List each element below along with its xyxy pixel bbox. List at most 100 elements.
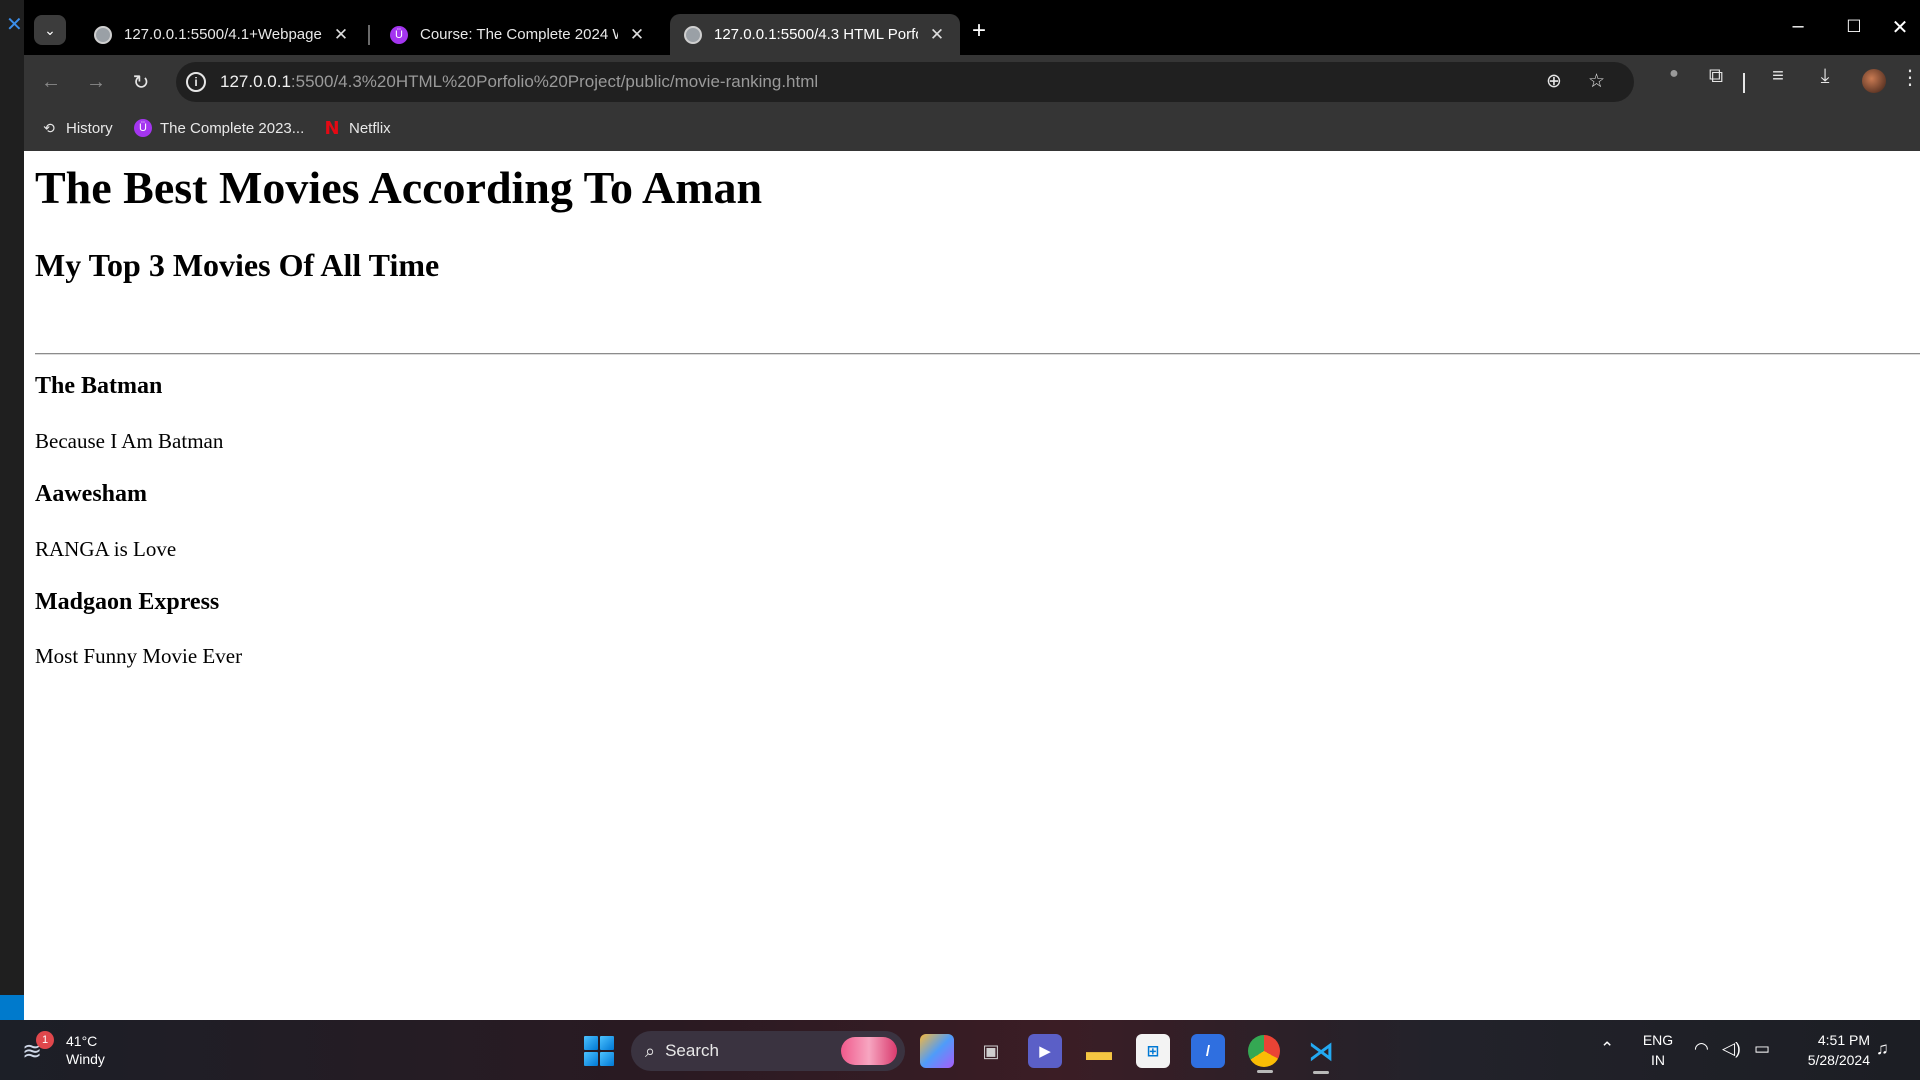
teams-icon[interactable]: ▶ bbox=[1028, 1034, 1062, 1068]
close-icon[interactable]: ✕ bbox=[628, 25, 646, 45]
close-window-button[interactable]: ✕ bbox=[1880, 15, 1920, 40]
tab-search-button[interactable]: ⌄ bbox=[34, 15, 66, 45]
tab-course[interactable]: Ü Course: The Complete 2024 We ✕ bbox=[376, 14, 660, 55]
avatar[interactable] bbox=[1862, 69, 1886, 93]
maximize-button[interactable]: ☐ bbox=[1834, 17, 1874, 37]
udemy-icon: Ü bbox=[134, 119, 152, 137]
page-content: The Best Movies According To Aman My Top… bbox=[24, 151, 1920, 1020]
vscode-icon: ✕ bbox=[6, 14, 23, 36]
clock-date: 5/28/2024 bbox=[1807, 1052, 1870, 1068]
netflix-icon: N bbox=[324, 117, 340, 139]
globe-icon bbox=[94, 25, 112, 44]
extensions-icon[interactable]: ⧉ bbox=[1700, 65, 1732, 88]
wifi-icon[interactable]: ◠ bbox=[1694, 1039, 1709, 1059]
weather-temp: 41°C bbox=[66, 1033, 98, 1049]
browser-toolbar: ← → ↻ i 127.0.0.1:5500/4.3%20HTML%20Porf… bbox=[24, 55, 1920, 107]
chevron-down-icon: ⌄ bbox=[44, 21, 56, 38]
ms-todo-icon[interactable]: / bbox=[1191, 1034, 1225, 1068]
page-title: The Best Movies According To Aman bbox=[35, 162, 763, 213]
close-icon: ✕ bbox=[1891, 17, 1909, 39]
volume-icon[interactable]: ◁) bbox=[1722, 1039, 1741, 1059]
toolbar-divider bbox=[1743, 73, 1745, 93]
site-info-icon[interactable]: i bbox=[186, 72, 206, 92]
file-explorer-icon[interactable]: ▬ bbox=[1082, 1034, 1116, 1068]
tab-separator bbox=[368, 25, 370, 45]
bookmark-complete-2023[interactable]: Ü The Complete 2023... bbox=[134, 119, 304, 137]
windows-logo-icon bbox=[584, 1036, 598, 1050]
tab-strip: ⌄ 127.0.0.1:5500/4.1+Webpages/ ✕ Ü Cours… bbox=[24, 5, 1920, 55]
language-indicator[interactable]: ENG IN bbox=[1640, 1030, 1676, 1070]
vscode-icon[interactable]: ⋊ bbox=[1304, 1034, 1338, 1074]
new-tab-button[interactable]: + bbox=[972, 17, 986, 45]
download-icon[interactable]: ⤓ bbox=[1809, 65, 1841, 88]
address-bar[interactable]: i 127.0.0.1:5500/4.3%20HTML%20Porfolio%2… bbox=[176, 62, 1634, 102]
bookmark-label: Netflix bbox=[349, 119, 391, 137]
tab-title: 127.0.0.1:5500/4.1+Webpages/ bbox=[124, 26, 322, 43]
notification-badge: 1 bbox=[36, 1031, 54, 1049]
clock[interactable]: 4:51 PM 5/28/2024 bbox=[1790, 1030, 1870, 1070]
maximize-icon: ☐ bbox=[1846, 17, 1862, 36]
notification-bell-icon[interactable]: ♫ bbox=[1876, 1039, 1889, 1059]
battery-icon[interactable]: ▭ bbox=[1754, 1039, 1770, 1059]
arrow-left-icon: ← bbox=[41, 70, 61, 93]
movie-description: RANGA is Love bbox=[35, 537, 177, 561]
history-icon: ⟲ bbox=[43, 119, 55, 136]
globe-icon bbox=[684, 25, 702, 44]
arrow-right-icon: → bbox=[86, 70, 106, 93]
taskbar: ≋ 1 41°C Windy ⌕ Search ▣ ▶ ▬ ⊞ / ⋊ ⌃ EN… bbox=[0, 1020, 1920, 1080]
copilot-icon[interactable] bbox=[920, 1034, 954, 1068]
address-url[interactable]: 127.0.0.1:5500/4.3%20HTML%20Porfolio%20P… bbox=[220, 72, 818, 92]
movie-title: Madgaon Express bbox=[35, 589, 220, 615]
bookmarks-bar: ⟲ History Ü The Complete 2023... N Netfl… bbox=[24, 107, 1920, 151]
chevron-up-icon[interactable]: ⌃ bbox=[1600, 1039, 1614, 1059]
clock-time: 4:51 PM bbox=[1817, 1032, 1870, 1048]
weather-widget[interactable]: ≋ 1 41°C Windy bbox=[22, 1031, 105, 1068]
page-subtitle: My Top 3 Movies Of All Time bbox=[35, 247, 440, 283]
bookmark-label: The Complete 2023... bbox=[160, 119, 305, 137]
media-controls-icon[interactable]: ≡ bbox=[1762, 65, 1794, 88]
movie-description: Because I Am Batman bbox=[35, 429, 224, 453]
tab-movie-ranking[interactable]: 127.0.0.1:5500/4.3 HTML Porfoli ✕ bbox=[670, 14, 960, 55]
bookmark-star-icon[interactable]: ☆ bbox=[1588, 70, 1605, 93]
reload-button[interactable]: ↻ bbox=[126, 67, 156, 97]
bookmark-history[interactable]: ⟲ History bbox=[40, 119, 113, 137]
movie-title: The Batman bbox=[35, 373, 163, 399]
back-button[interactable]: ← bbox=[36, 67, 66, 97]
extension-puzzle-dim-icon[interactable]: ● bbox=[1658, 65, 1690, 83]
bookmark-netflix[interactable]: N Netflix bbox=[323, 117, 391, 139]
weather-condition: Windy bbox=[66, 1051, 105, 1067]
background-window-edge: ✕ bbox=[0, 0, 24, 1020]
close-icon[interactable]: ✕ bbox=[928, 25, 946, 45]
wind-icon: ≋ 1 bbox=[22, 1031, 54, 1065]
zoom-icon[interactable]: ⊕ bbox=[1546, 70, 1562, 93]
divider bbox=[35, 353, 1920, 355]
minimize-button[interactable]: – bbox=[1778, 15, 1818, 38]
tab-webpages[interactable]: 127.0.0.1:5500/4.1+Webpages/ ✕ bbox=[80, 14, 364, 55]
udemy-icon: Ü bbox=[390, 25, 408, 44]
reload-icon: ↻ bbox=[132, 71, 150, 94]
menu-icon[interactable]: ⋮ bbox=[1900, 65, 1920, 90]
language-line1: ENG bbox=[1642, 1032, 1674, 1048]
start-button[interactable] bbox=[584, 1036, 614, 1066]
plus-icon: + bbox=[972, 17, 987, 44]
movie-title: Aawesham bbox=[35, 481, 147, 507]
search-icon: ⌕ bbox=[645, 1040, 656, 1061]
search-highlight-image bbox=[841, 1037, 897, 1065]
movie-description: Most Funny Movie Ever bbox=[35, 644, 243, 668]
close-icon[interactable]: ✕ bbox=[332, 25, 350, 45]
vscode-status-bar bbox=[0, 995, 24, 1020]
minimize-icon: – bbox=[1792, 15, 1804, 37]
chrome-icon[interactable] bbox=[1248, 1035, 1280, 1073]
tab-title: Course: The Complete 2024 We bbox=[420, 26, 618, 43]
address-path: :5500/4.3%20HTML%20Porfolio%20Project/pu… bbox=[290, 72, 819, 91]
taskbar-search[interactable]: ⌕ Search bbox=[631, 1031, 905, 1071]
microsoft-store-icon[interactable]: ⊞ bbox=[1136, 1034, 1170, 1068]
bookmark-label: History bbox=[66, 119, 113, 137]
address-host: 127.0.0.1 bbox=[220, 72, 291, 91]
browser-window: ⌄ 127.0.0.1:5500/4.1+Webpages/ ✕ Ü Cours… bbox=[24, 5, 1920, 1020]
forward-button[interactable]: → bbox=[81, 67, 111, 97]
search-label: Search bbox=[665, 1041, 719, 1060]
task-view-icon[interactable]: ▣ bbox=[974, 1034, 1008, 1068]
language-line2: IN bbox=[1651, 1052, 1665, 1068]
tab-title: 127.0.0.1:5500/4.3 HTML Porfoli bbox=[714, 26, 918, 43]
